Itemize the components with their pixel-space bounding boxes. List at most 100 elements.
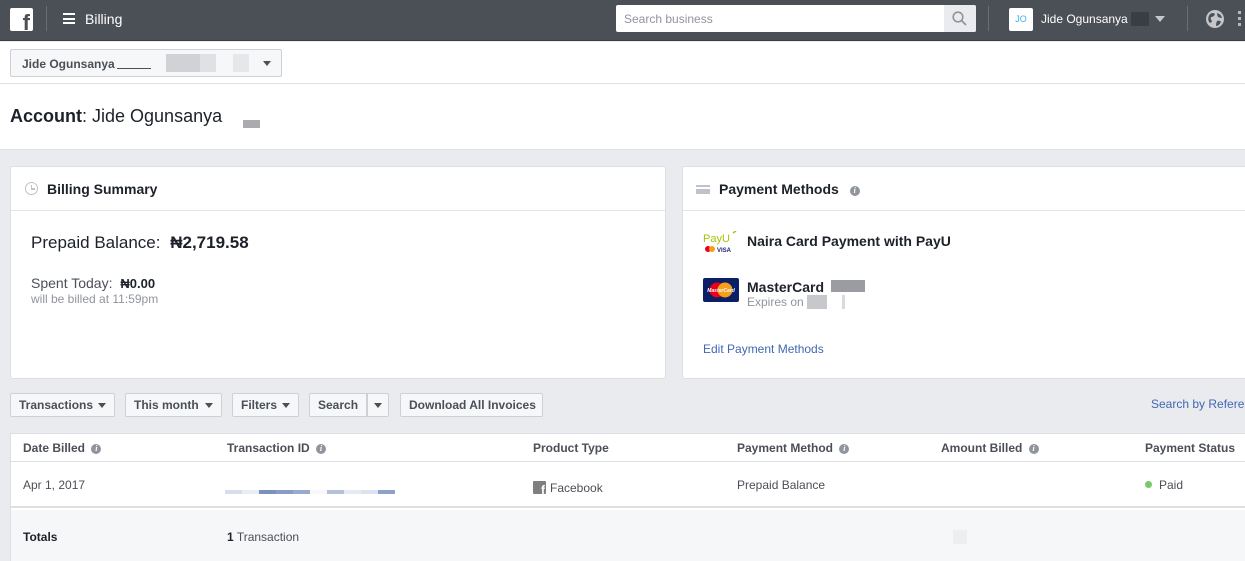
account-header: Account: Jide Ogunsanya (0, 84, 1245, 150)
redacted-text (233, 54, 249, 72)
billing-summary-title: Billing Summary (47, 181, 158, 197)
payment-methods-title: Payment Methods i (719, 181, 860, 197)
redacted-text (117, 68, 151, 69)
visa-logo-text: VISA (717, 248, 732, 254)
divider (46, 6, 47, 31)
account-label: Account (10, 106, 82, 126)
search-business (616, 5, 976, 32)
top-bar: f Billing JO Jide Ogunsanya (0, 0, 1245, 41)
search-button[interactable] (944, 5, 976, 32)
chevron-down-icon (374, 403, 382, 408)
spent-today-value: ₦0.00 (120, 276, 156, 291)
payment-methods-title-text: Payment Methods (719, 181, 839, 197)
divider (988, 6, 989, 31)
cell-payment-status: Paid (1145, 478, 1183, 492)
chevron-down-icon (263, 61, 271, 66)
column-label: Transaction ID (227, 441, 310, 455)
table-row[interactable]: Apr 1, 2017 Facebook Prepaid Balance Pai… (11, 463, 1245, 508)
spent-today-label: Spent Today: (31, 275, 113, 291)
redacted-text (807, 295, 827, 309)
user-name[interactable]: Jide Ogunsanya (1041, 12, 1128, 26)
chevron-down-icon (98, 403, 106, 408)
download-label: Download All Invoices (409, 398, 536, 412)
cell-payment-method: Prepaid Balance (737, 478, 826, 492)
column-label: Date Billed (23, 441, 86, 455)
spent-today: Spent Today: ₦0.00 (31, 275, 155, 291)
payu-logo-icon: PayU VISA (703, 231, 737, 254)
avatar[interactable]: JO (1009, 8, 1033, 31)
globe-icon[interactable] (1205, 9, 1225, 29)
prepaid-balance-value: ₦2,719.58 (170, 233, 249, 252)
billed-note: will be billed at 11:59pm (31, 292, 159, 306)
facebook-icon (533, 481, 546, 494)
column-header-date-billed[interactable]: Date Billed i (23, 441, 102, 455)
search-icon (952, 11, 967, 26)
transactions-dropdown[interactable]: Transactions (10, 393, 115, 417)
table-totals-row: Totals 1 Transaction (11, 510, 1245, 561)
account-selector-dropdown[interactable]: Jide Ogunsanya (10, 49, 282, 77)
column-header-payment-status[interactable]: Payment Status (1145, 441, 1235, 455)
column-header-payment-method[interactable]: Payment Method i (737, 441, 850, 455)
chevron-down-icon (282, 403, 290, 408)
column-label: Amount Billed (941, 441, 1023, 455)
column-header-product-type[interactable]: Product Type (533, 441, 609, 455)
redacted-text (1131, 12, 1149, 26)
account-name: Jide Ogunsanya (92, 106, 223, 126)
status-label: Paid (1159, 478, 1184, 492)
redacted-text (243, 120, 260, 128)
mastercard-logo-icon: MasterCard (703, 278, 739, 302)
cell-transaction-id-redacted[interactable] (225, 490, 399, 494)
table-header: Date Billed i Transaction ID i Product T… (11, 434, 1245, 462)
search-label: Search (318, 398, 359, 412)
search-business-input[interactable] (616, 5, 944, 32)
search-options-dropdown[interactable] (367, 393, 389, 417)
period-dropdown[interactable]: This month (125, 393, 222, 417)
column-header-transaction-id[interactable]: Transaction ID i (227, 441, 327, 455)
account-selector-bar: Jide Ogunsanya (0, 42, 1245, 84)
search-by-reference-link[interactable]: Search by Refere (1151, 397, 1244, 411)
cell-date-billed: Apr 1, 2017 (23, 478, 86, 492)
prepaid-balance: Prepaid Balance: ₦2,719.58 (31, 233, 249, 253)
search-button[interactable]: Search (309, 393, 367, 417)
info-icon[interactable]: i (316, 444, 327, 454)
payment-method-name: Naira Card Payment with PayU (747, 233, 951, 249)
download-all-invoices-button[interactable]: Download All Invoices (400, 393, 543, 417)
account-title: Account: Jide Ogunsanya (10, 106, 223, 126)
credit-card-icon (696, 185, 710, 194)
more-icon[interactable] (1238, 11, 1242, 29)
payment-method-name: MasterCard (747, 279, 825, 295)
filters-label: Filters (241, 398, 278, 412)
billing-summary-card: Billing Summary Prepaid Balance: ₦2,719.… (10, 166, 666, 379)
payment-methods-header: Payment Methods i (683, 167, 1245, 211)
divider (1187, 6, 1188, 31)
column-header-amount-billed[interactable]: Amount Billed i (941, 441, 1039, 455)
redacted-text (953, 530, 967, 544)
facebook-logo-icon[interactable]: f (10, 8, 33, 31)
cell-product-type: Facebook (533, 481, 603, 495)
period-label: This month (134, 398, 199, 412)
chevron-down-icon[interactable] (1155, 16, 1165, 22)
redacted-text (842, 295, 845, 309)
transactions-label: Transactions (19, 398, 94, 412)
billing-summary-header: Billing Summary (11, 167, 665, 211)
prepaid-balance-label: Prepaid Balance: (31, 233, 161, 252)
info-icon[interactable]: i (849, 186, 860, 196)
status-paid-icon (1145, 481, 1152, 488)
column-label: Payment Method (737, 441, 834, 455)
menu-icon[interactable] (63, 13, 75, 24)
product-type-label: Facebook (550, 481, 603, 495)
edit-payment-methods-link[interactable]: Edit Payment Methods (703, 342, 824, 356)
redacted-text (200, 54, 216, 72)
totals-count-unit: Transaction (236, 530, 300, 544)
redacted-text (831, 280, 865, 292)
info-icon[interactable]: i (839, 444, 850, 454)
clock-icon (25, 182, 38, 195)
payu-logo-text: PayU (703, 233, 730, 245)
filters-dropdown[interactable]: Filters (232, 393, 299, 417)
transactions-table: Date Billed i Transaction ID i Product T… (10, 433, 1245, 561)
payment-methods-card: Payment Methods i PayU VISA Naira Card P… (682, 166, 1245, 379)
info-icon[interactable]: i (1028, 444, 1039, 454)
payment-method-expiry: Expires on (747, 295, 804, 309)
chevron-down-icon (205, 403, 213, 408)
info-icon[interactable]: i (91, 444, 102, 454)
